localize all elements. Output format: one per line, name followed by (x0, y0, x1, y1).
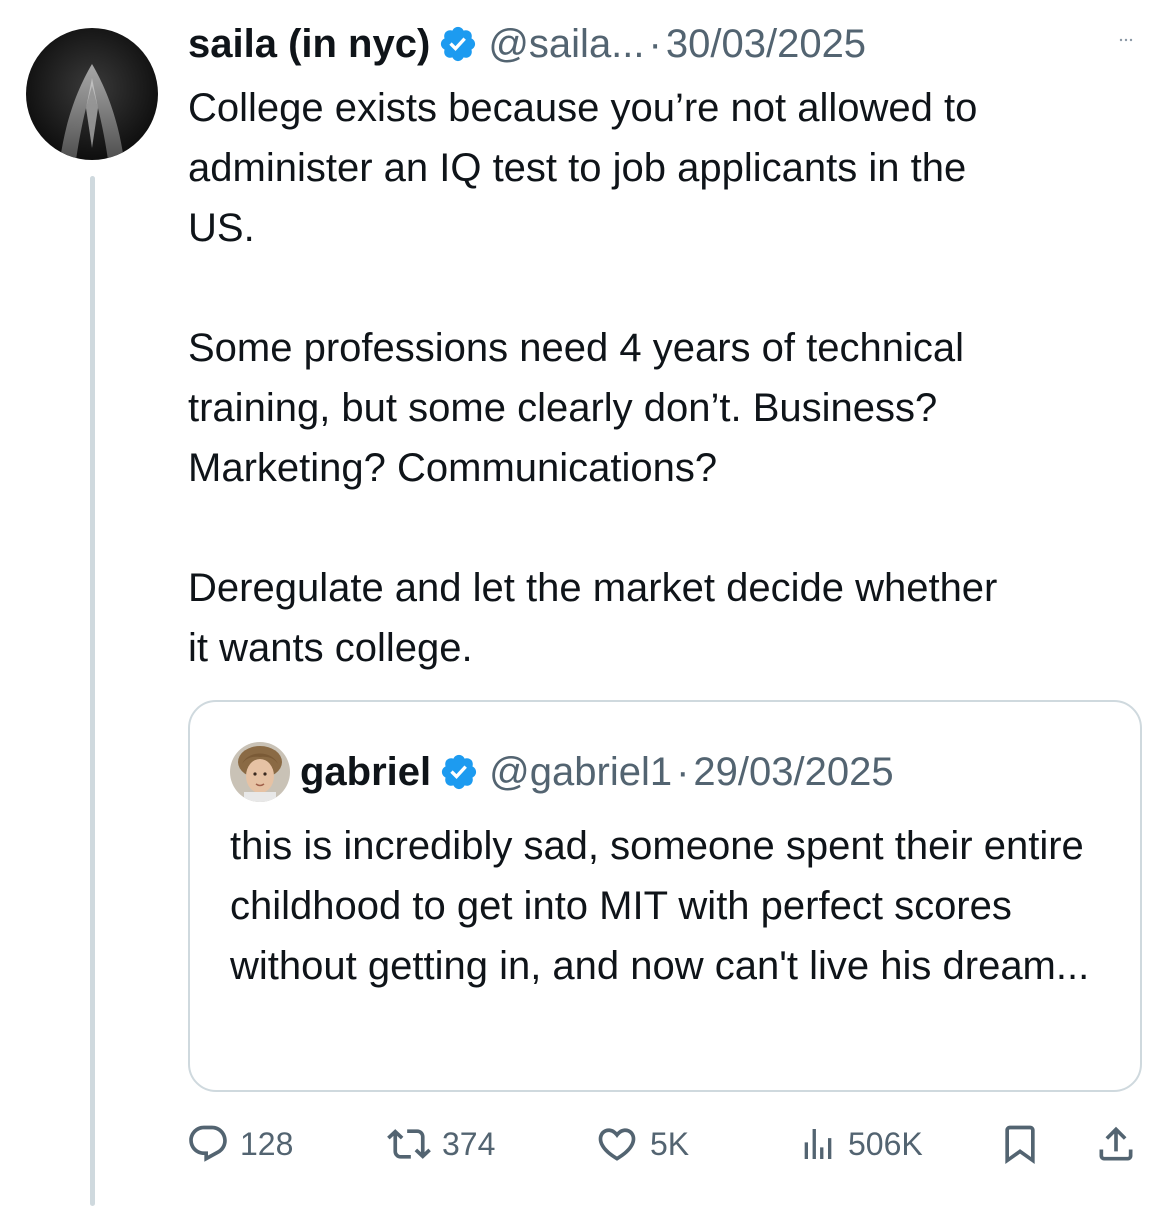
like-count: 5K (650, 1125, 690, 1162)
heart-icon (598, 1128, 636, 1161)
tweet-text: College exists because you’re not allowe… (188, 86, 998, 670)
quoted-verified-badge-icon (439, 752, 479, 792)
reply-count: 128 (240, 1125, 294, 1162)
thread-line (90, 176, 95, 1206)
repost-icon (387, 1129, 431, 1159)
quoted-tweet-date: 29/03/2025 (693, 749, 894, 794)
quoted-author-handle: @gabriel1 (489, 749, 673, 794)
author-avatar[interactable] (26, 28, 158, 160)
author-handle[interactable]: @saila... (488, 22, 644, 67)
bookmark-icon (1005, 1125, 1035, 1165)
views-icon (804, 1129, 832, 1159)
like-button[interactable]: 5K (594, 1112, 689, 1176)
reply-button[interactable]: 128 (186, 1112, 293, 1176)
quoted-tweet-card[interactable]: gabriel @gabriel1 · 29/03/2025 this is i… (188, 700, 1142, 1092)
quoted-author-avatar (230, 742, 290, 802)
reply-icon (189, 1125, 227, 1162)
quoted-tweet-text: this is incredibly sad, someone spent th… (230, 824, 1090, 988)
views-count: 506K (848, 1125, 923, 1162)
tweet-date[interactable]: 30/03/2025 (666, 22, 866, 67)
author-name[interactable]: saila (in nyc) (188, 22, 430, 67)
header-separator: · (648, 21, 662, 66)
tweet-action-bar: 128 374 5K 506K (186, 1112, 1146, 1176)
views-button[interactable]: 506K (798, 1112, 923, 1176)
more-icon[interactable] (1118, 30, 1134, 42)
share-button[interactable] (1094, 1112, 1148, 1176)
quoted-author-name: gabriel (300, 749, 432, 794)
quoted-tweet-header: gabriel @gabriel1 · 29/03/2025 (230, 740, 894, 804)
verified-badge-icon (438, 24, 478, 64)
tweet-header: saila (in nyc) @saila... · 30/03/2025 (188, 14, 866, 74)
quoted-header-separator: · (676, 749, 690, 794)
bookmark-button[interactable] (998, 1112, 1052, 1176)
share-icon (1099, 1126, 1133, 1161)
repost-button[interactable]: 374 (386, 1112, 495, 1176)
repost-count: 374 (442, 1125, 496, 1162)
